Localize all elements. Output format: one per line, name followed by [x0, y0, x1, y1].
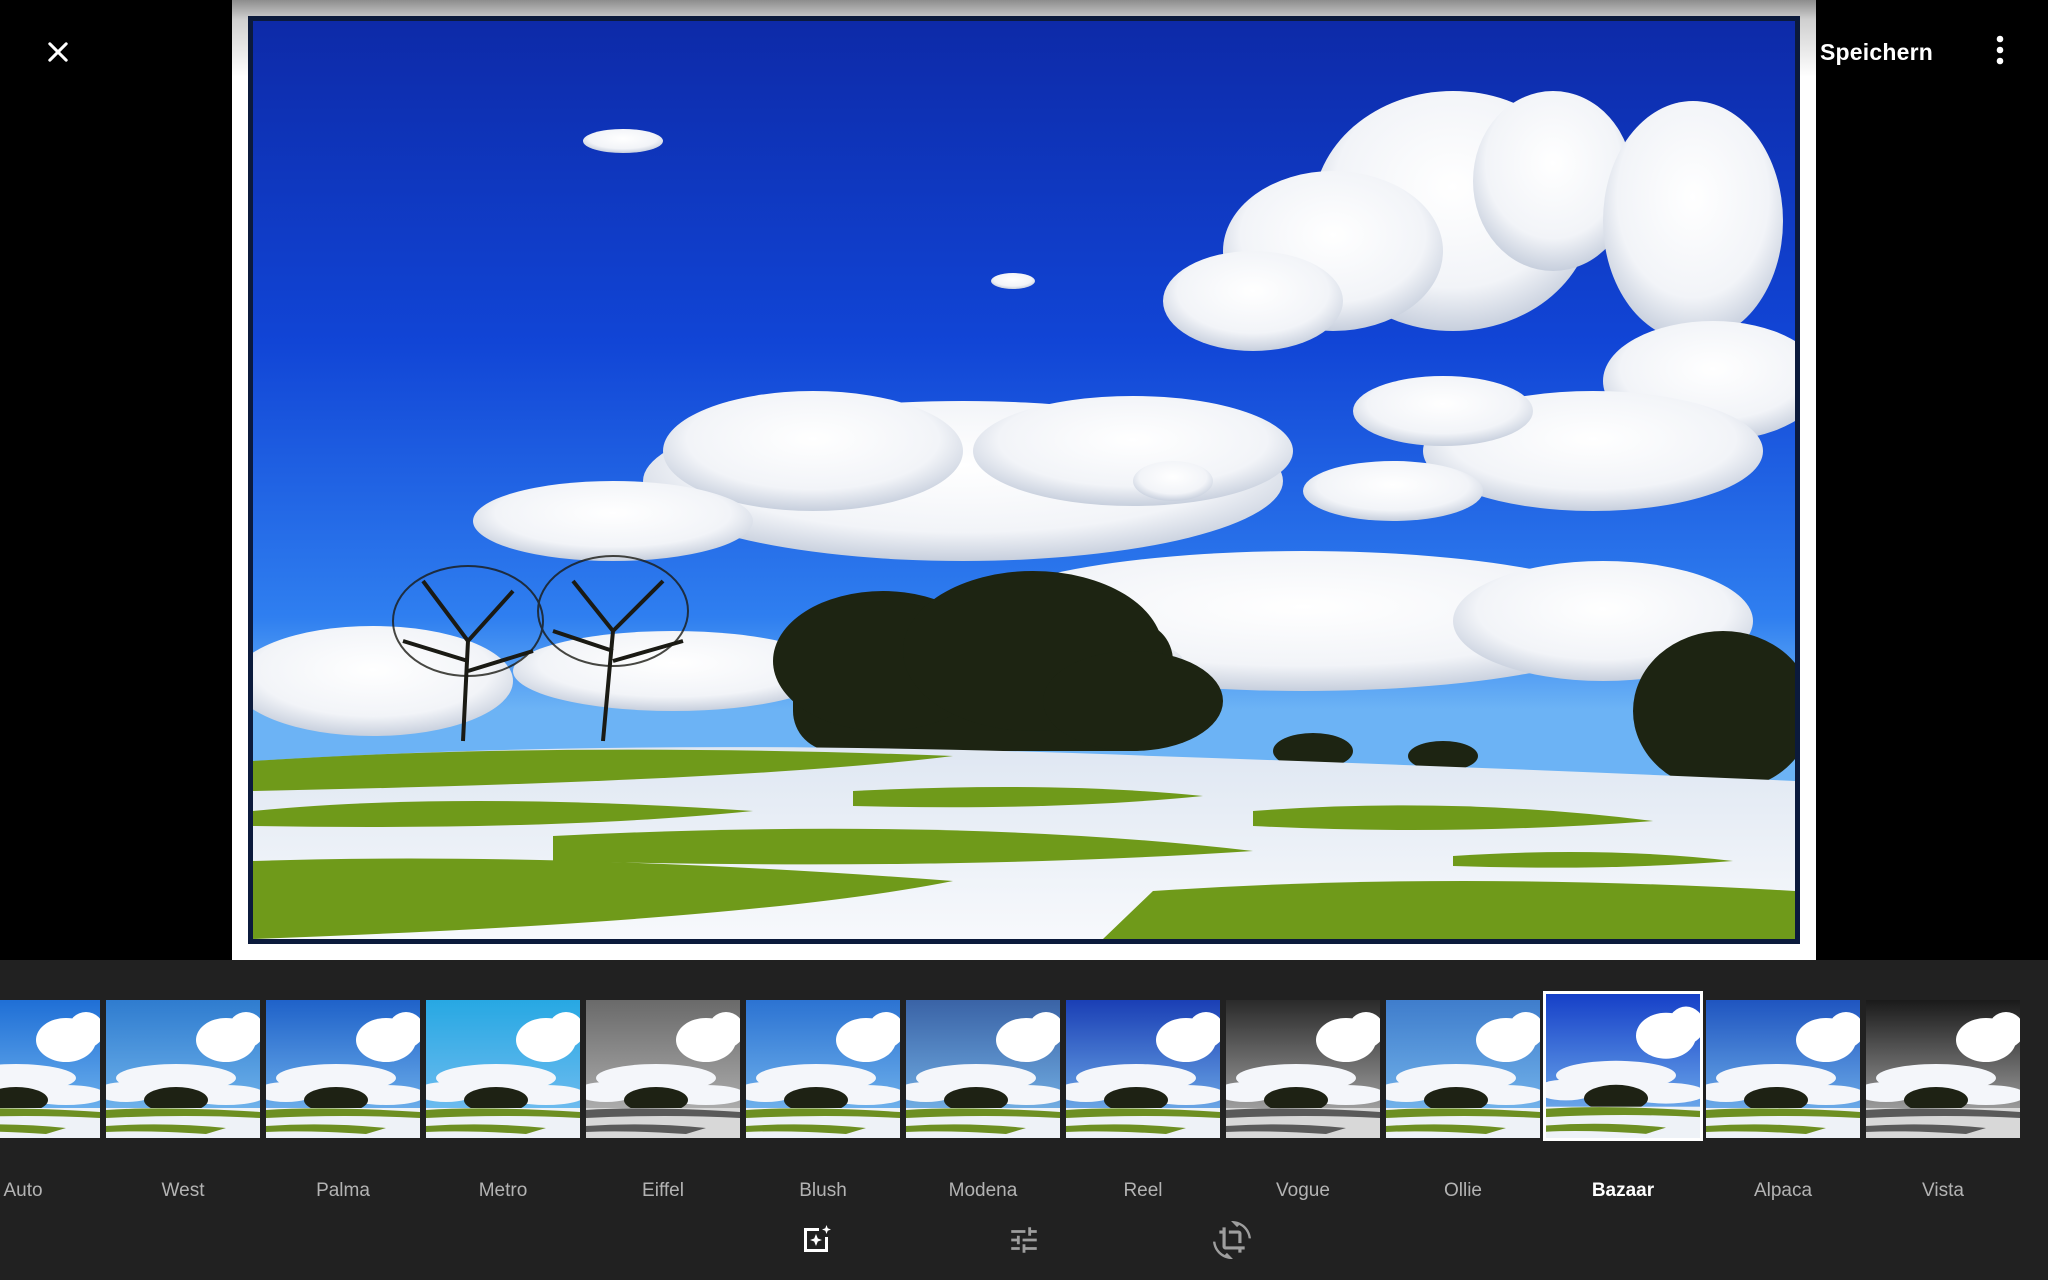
filter-west[interactable]: West: [106, 988, 260, 1201]
filter-blush[interactable]: Blush: [746, 988, 900, 1201]
filter-label: Metro: [478, 1180, 528, 1201]
photo-filter-icon: [798, 1222, 834, 1263]
filter-label: Eiffel: [642, 1180, 684, 1201]
filter-thumbnail: [1543, 991, 1703, 1141]
filter-label: Bazaar: [1591, 1180, 1655, 1201]
photo-frame: [232, 0, 1816, 960]
filter-label: Vogue: [1276, 1180, 1330, 1201]
filter-label: Palma: [316, 1180, 370, 1201]
filter-thumbnail: [106, 1000, 260, 1138]
filter-thumbnail: [1386, 1000, 1540, 1138]
filter-label: West: [161, 1180, 205, 1201]
filter-label: Vista: [1922, 1180, 1964, 1201]
filter-modena[interactable]: Modena: [906, 988, 1060, 1201]
more-vert-icon: [1995, 35, 2005, 70]
filters-tool-button[interactable]: [792, 1218, 840, 1266]
filter-thumbnail: [586, 1000, 740, 1138]
filter-reel[interactable]: Reel: [1066, 988, 1220, 1201]
filter-thumbnail: [746, 1000, 900, 1138]
filter-strip[interactable]: Auto West Palma Metro Eiffel Blush Modena Reel V…: [0, 988, 2048, 1218]
filter-thumbnail: [1866, 1000, 2020, 1138]
filter-thumbnail: [1066, 1000, 1220, 1138]
filter-label: Reel: [1123, 1180, 1163, 1201]
filter-label: Modena: [948, 1180, 1018, 1201]
save-button-label: Speichern: [1820, 38, 1934, 65]
filter-label: Blush: [799, 1180, 847, 1201]
save-button[interactable]: Speichern: [1812, 32, 1941, 72]
filter-thumbnail: [266, 1000, 420, 1138]
filter-vista[interactable]: Vista: [1866, 988, 2020, 1201]
filter-auto[interactable]: Auto: [0, 988, 100, 1201]
landscape-photo: [253, 21, 1795, 939]
filter-ollie[interactable]: Ollie: [1386, 988, 1540, 1201]
filter-thumbnail: [1706, 1000, 1860, 1138]
more-options-button[interactable]: [1976, 28, 2024, 76]
close-icon: [44, 38, 72, 71]
filter-vogue[interactable]: Vogue: [1226, 988, 1380, 1201]
crop-rotate-tool-button[interactable]: [1208, 1218, 1256, 1266]
filter-thumbnail: [0, 1000, 100, 1138]
filter-thumbnail: [426, 1000, 580, 1138]
filter-bazaar[interactable]: Bazaar: [1543, 988, 1703, 1201]
filter-metro[interactable]: Metro: [426, 988, 580, 1201]
adjust-tool-button[interactable]: [1000, 1218, 1048, 1266]
filter-thumbnail: [1226, 1000, 1380, 1138]
filter-label: Alpaca: [1753, 1180, 1813, 1201]
filter-eiffel[interactable]: Eiffel: [586, 988, 740, 1201]
filter-alpaca[interactable]: Alpaca: [1706, 988, 1860, 1201]
filter-palma[interactable]: Palma: [266, 988, 420, 1201]
crop-rotate-icon: [1213, 1220, 1251, 1264]
filter-label: Auto: [3, 1180, 43, 1201]
filter-thumbnail: [906, 1000, 1060, 1138]
photo-preview: [248, 16, 1800, 944]
filter-label: Ollie: [1443, 1180, 1482, 1201]
close-button[interactable]: [34, 30, 82, 78]
tune-icon: [1007, 1223, 1041, 1262]
